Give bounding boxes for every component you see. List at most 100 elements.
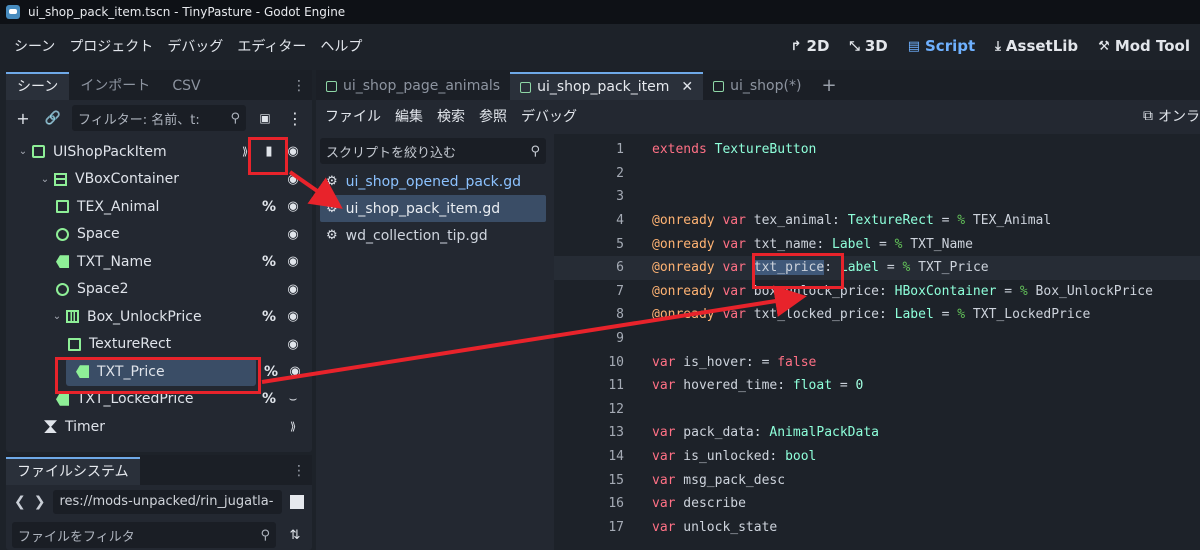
- code-line[interactable]: 12: [554, 398, 1200, 422]
- eye-icon[interactable]: ◉: [288, 364, 302, 379]
- eye-icon[interactable]: ◉: [286, 227, 300, 242]
- forward-arrow-icon[interactable]: ❯: [34, 494, 46, 510]
- menu-item[interactable]: デバッグ: [160, 36, 230, 56]
- tree-node-txt-name[interactable]: TXT_Name% ◉: [6, 248, 312, 276]
- script-tab[interactable]: ui_shop_pack_item ✕: [510, 72, 704, 100]
- collapse-arrow-icon[interactable]: ⌄: [52, 311, 62, 322]
- scene-more-icon[interactable]: ⋮: [284, 109, 306, 128]
- workspace-3d-button[interactable]: ⤡ 3D: [839, 37, 897, 55]
- sort-icon[interactable]: ⇅: [284, 528, 306, 543]
- eye-icon[interactable]: ◉: [286, 199, 300, 214]
- tree-node-space[interactable]: Space ◉: [6, 221, 312, 249]
- script-tab[interactable]: ui_shop_page_animals: [316, 72, 510, 100]
- collapse-arrow-icon[interactable]: ⌄: [18, 146, 28, 157]
- signal-icon[interactable]: ⟫: [238, 145, 252, 158]
- code-line[interactable]: 5 @onready var txt_name: Label = % TXT_Na…: [554, 232, 1200, 256]
- tree-node-txt-price[interactable]: TXT_Price% ◉: [66, 358, 301, 386]
- tree-node-uishoppackitem[interactable]: ⌄ UIShopPackItem ⟫ ▮ ◉: [6, 138, 312, 166]
- gear-icon: ⚙: [326, 201, 338, 216]
- menu-item[interactable]: プロジェクト: [62, 36, 160, 56]
- dock-menu-icon[interactable]: ⋮: [292, 72, 312, 100]
- workspace-mod-tool-button[interactable]: ⚒ Mod Tool: [1088, 37, 1200, 55]
- code-line[interactable]: 9: [554, 327, 1200, 351]
- tree-node-box-unlockprice[interactable]: ⌄ Box_UnlockPrice% ◉: [6, 303, 312, 331]
- script-list: スクリプトを絞り込む ⚲ ⚙ ui_shop_opened_pack.gd ⚙ ui_…: [316, 134, 550, 550]
- workspace-2d-button[interactable]: ↱ 2D: [781, 37, 840, 55]
- close-tab-icon[interactable]: ✕: [681, 79, 693, 95]
- unique-name-icon[interactable]: %: [264, 364, 278, 380]
- script-filter-input[interactable]: スクリプトを絞り込む ⚲: [320, 138, 546, 164]
- tree-node-timer[interactable]: Timer ⟫: [6, 413, 312, 441]
- tree-node-txt-lockedprice[interactable]: TXT_LockedPrice% ⌣: [6, 386, 312, 414]
- code-line[interactable]: 11 var hovered_time: float = 0: [554, 374, 1200, 398]
- toggle-split-icon[interactable]: [290, 495, 304, 509]
- tab-csv[interactable]: CSV: [161, 72, 211, 100]
- editor-menu-item[interactable]: デバッグ: [514, 106, 584, 126]
- path-field[interactable]: res://mods-unpacked/rin_jugatla-: [53, 490, 282, 514]
- code-line[interactable]: 8 @onready var txt_locked_price: Label = …: [554, 303, 1200, 327]
- menu-item[interactable]: ヘルプ: [313, 36, 369, 56]
- eye-icon[interactable]: ◉: [286, 172, 300, 187]
- code-line[interactable]: 10 var is_hover: = false: [554, 350, 1200, 374]
- editor-menu-item[interactable]: 参照: [472, 106, 514, 126]
- unique-name-icon[interactable]: %: [262, 254, 276, 270]
- tab-scene[interactable]: シーン: [6, 72, 70, 100]
- code-line[interactable]: 14 var is_unlocked: bool: [554, 445, 1200, 469]
- menu-item[interactable]: エディター: [230, 36, 313, 56]
- script-list-item[interactable]: ⚙ ui_shop_opened_pack.gd: [320, 168, 546, 195]
- script-tab[interactable]: ui_shop(*): [703, 72, 811, 100]
- eye-icon[interactable]: ◉: [286, 144, 300, 159]
- tree-node-space2[interactable]: Space2 ◉: [6, 276, 312, 304]
- node-label: TextureRect: [89, 336, 172, 353]
- link-icon[interactable]: 🔗: [42, 111, 64, 126]
- code-text: @onready var txt_name: Label = % TXT_Nam…: [652, 236, 973, 252]
- editor-menu-item[interactable]: ファイル: [318, 106, 388, 126]
- code-line[interactable]: 2: [554, 162, 1200, 186]
- code-line[interactable]: 16 var describe: [554, 492, 1200, 516]
- attach-script-button[interactable]: ▣: [254, 111, 276, 125]
- tree-node-vboxcontainer[interactable]: ⌄ VBoxContainer ◉: [6, 166, 312, 194]
- editor-menu-item[interactable]: 検索: [430, 106, 472, 126]
- signal-icon[interactable]: ⟫: [286, 420, 300, 433]
- code-line[interactable]: 1 extends TextureButton: [554, 138, 1200, 162]
- code-line[interactable]: 7 @onready var box_unlock_price: HBoxCont…: [554, 280, 1200, 304]
- code-line[interactable]: 3: [554, 185, 1200, 209]
- online-docs-link[interactable]: ⧉ オンラ: [1143, 100, 1200, 132]
- new-tab-button[interactable]: +: [811, 72, 846, 100]
- code-line[interactable]: 13 var pack_data: AnimalPackData: [554, 421, 1200, 445]
- dock-menu-icon[interactable]: ⋮: [292, 457, 312, 485]
- line-number: 12: [608, 401, 624, 417]
- line-number: 3: [616, 189, 624, 205]
- tab-import[interactable]: インポート: [69, 72, 161, 100]
- unique-name-icon[interactable]: %: [262, 199, 276, 215]
- back-arrow-icon[interactable]: ❮: [14, 494, 26, 510]
- code-line[interactable]: 17 var unlock_state: [554, 516, 1200, 540]
- timer-icon: [44, 420, 57, 434]
- workspace-assetlib-button[interactable]: ⤓ AssetLib: [985, 37, 1088, 55]
- tree-node-tex-animal[interactable]: TEX_Animal% ◉: [6, 193, 312, 221]
- script-list-item[interactable]: ⚙ ui_shop_pack_item.gd: [320, 195, 546, 222]
- script-icon[interactable]: ▮: [262, 144, 276, 159]
- script-list-item[interactable]: ⚙ wd_collection_tip.gd: [320, 222, 546, 249]
- eye-icon[interactable]: ◉: [286, 282, 300, 297]
- eye-icon[interactable]: ◉: [286, 254, 300, 269]
- code-line[interactable]: 15 var msg_pack_desc: [554, 468, 1200, 492]
- unique-name-icon[interactable]: %: [262, 391, 276, 407]
- tab-filesystem[interactable]: ファイルシステム: [6, 457, 140, 485]
- eye-icon[interactable]: ◉: [286, 337, 300, 352]
- eye-icon[interactable]: ◉: [286, 309, 300, 324]
- code-line[interactable]: 4 @onready var tex_animal: TextureRect = …: [554, 209, 1200, 233]
- collapse-arrow-icon[interactable]: ⌄: [40, 174, 50, 185]
- code-line[interactable]: 6 @onready var txt_price: Label = % TXT_P…: [554, 255, 1200, 280]
- menu-item[interactable]: シーン: [7, 36, 62, 56]
- workspace-script-button[interactable]: ▤ Script: [898, 37, 985, 55]
- control-icon: [56, 282, 69, 296]
- scene-filter-input[interactable]: フィルター: 名前、t: ⚲: [72, 105, 246, 131]
- unique-name-icon[interactable]: %: [262, 309, 276, 325]
- eye-closed-icon[interactable]: ⌣: [286, 392, 300, 407]
- tree-node-texturerect[interactable]: TextureRect ◉: [6, 331, 312, 359]
- file-filter-input[interactable]: ファイルをフィルタ ⚲: [12, 522, 276, 548]
- editor-menu-item[interactable]: 編集: [388, 106, 430, 126]
- code-area[interactable]: 1 extends TextureButton 2 3 4 @onready var te…: [554, 134, 1200, 550]
- add-node-button[interactable]: +: [12, 109, 34, 128]
